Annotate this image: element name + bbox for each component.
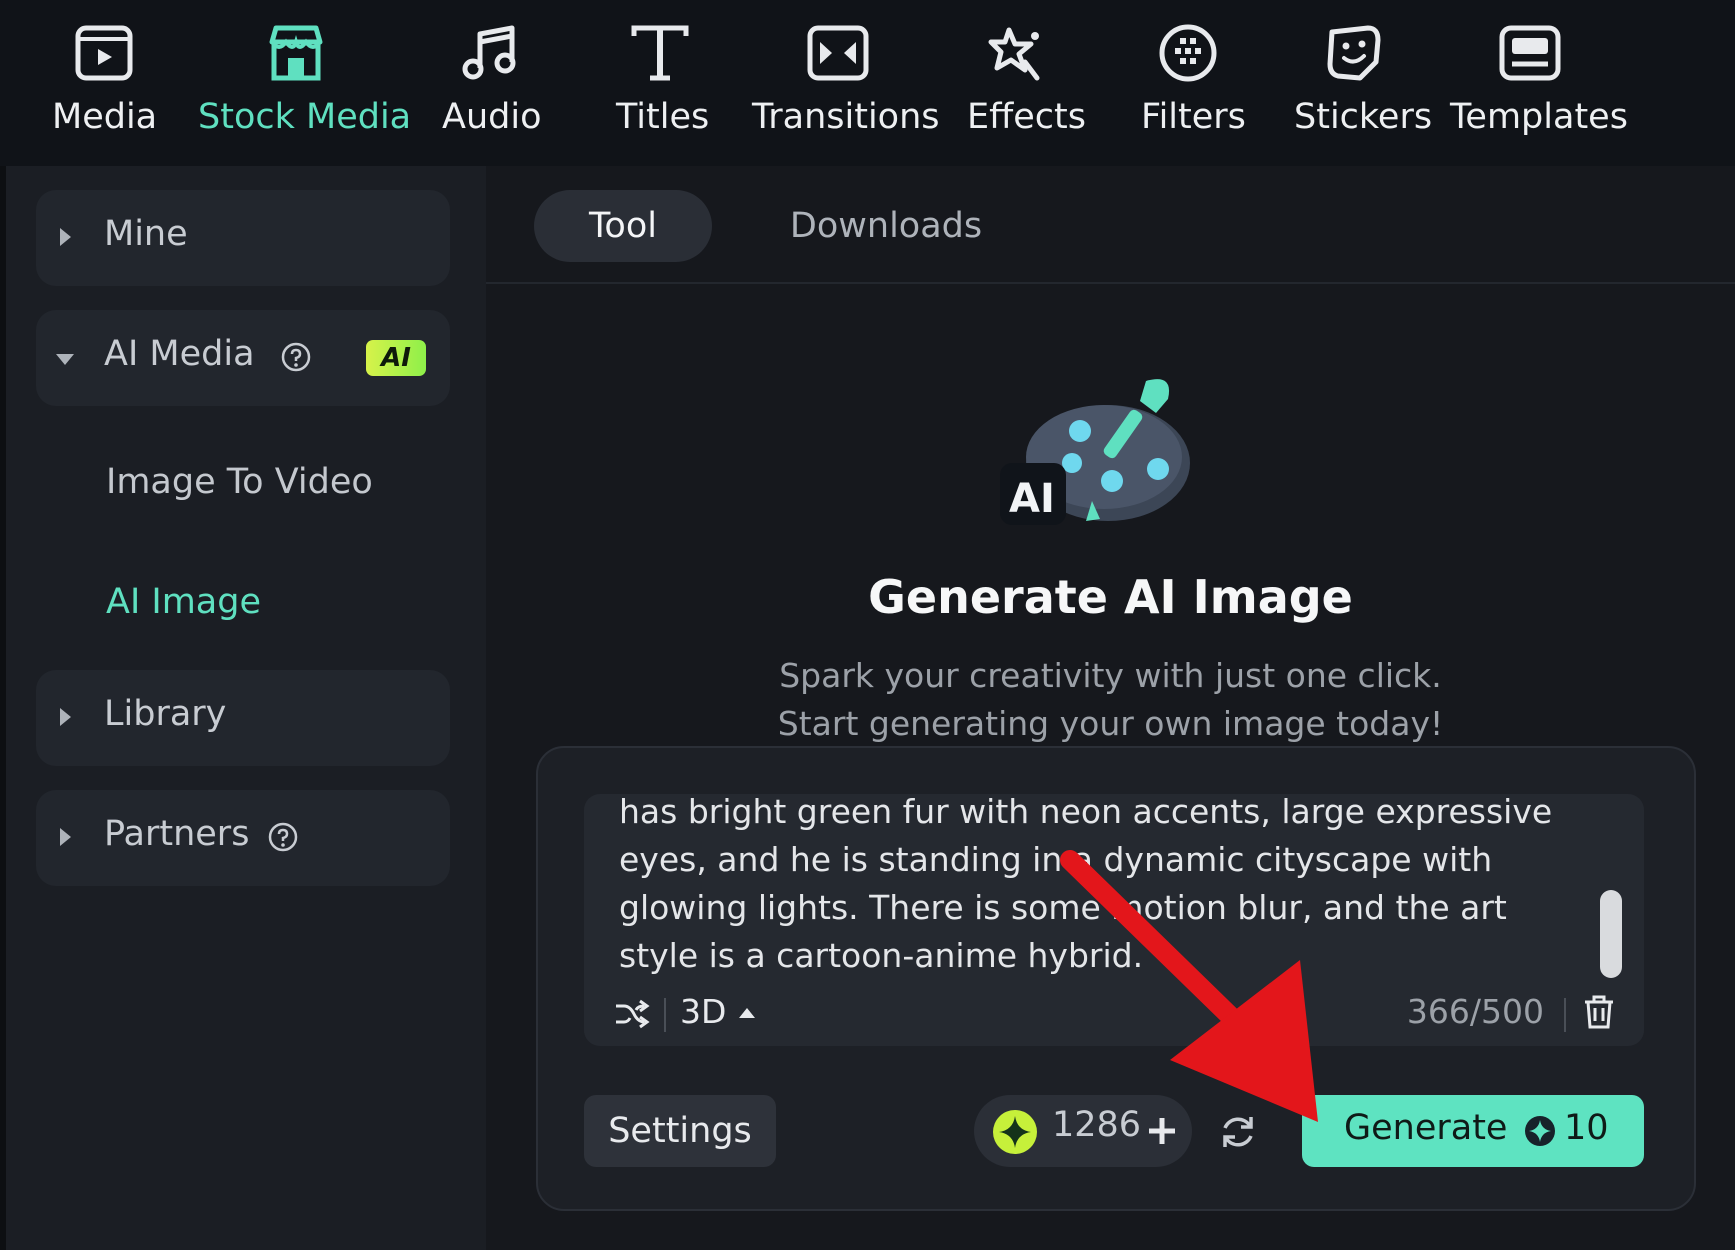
toolbar-stickers-label: Stickers [1294, 97, 1433, 137]
tab-tool[interactable]: Tool [534, 190, 712, 262]
style-selector[interactable]: 3D [680, 992, 726, 1031]
toolbar-titles[interactable]: Titles [612, 0, 712, 166]
credits-count: 1286 [1052, 1105, 1142, 1145]
sidebar-item-partners-label: Partners [104, 814, 250, 854]
help-icon[interactable] [281, 342, 311, 372]
sidebar: Mine AI Media AI Image To Video AI Image… [0, 166, 486, 1250]
credit-coin-icon [993, 1110, 1037, 1154]
prompt-footer: 3D 366/500 [584, 990, 1644, 1040]
toolbar-stock-media[interactable]: Stock Media [196, 0, 411, 166]
sidebar-item-mine[interactable]: Mine [36, 190, 450, 286]
trash-icon[interactable] [1582, 994, 1616, 1030]
sticker-icon [1327, 25, 1381, 81]
scrollbar-thumb[interactable] [1600, 890, 1622, 978]
generate-label: Generate [1344, 1108, 1508, 1148]
caret-up-icon[interactable] [739, 1008, 755, 1018]
prompt-input[interactable]: has bright green fur with neon accents, … [584, 794, 1644, 1046]
toolbar-transitions[interactable]: Transitions [752, 0, 940, 166]
subtitle-line-1: Spark your creativity with just one clic… [779, 656, 1442, 695]
hero-ai-label: AI [1009, 476, 1055, 522]
filters-icon [1159, 24, 1217, 82]
toolbar-audio-label: Audio [442, 97, 542, 137]
chevron-right-icon [60, 228, 71, 246]
sidebar-item-mine-label: Mine [104, 214, 188, 254]
character-counter: 366/500 [1406, 992, 1544, 1031]
tab-downloads[interactable]: Downloads [786, 190, 986, 262]
sidebar-item-ai-media-label: AI Media [104, 334, 255, 374]
credit-coin-icon [1525, 1116, 1555, 1146]
toolbar-transitions-label: Transitions [752, 97, 940, 137]
toolbar-media[interactable]: Media [52, 0, 158, 166]
credits-balance[interactable]: 1286 [974, 1095, 1192, 1167]
sidebar-item-ai-media[interactable]: AI Media AI [36, 310, 450, 406]
shuffle-icon[interactable] [614, 998, 650, 1030]
sidebar-item-library[interactable]: Library [36, 670, 450, 766]
chevron-right-icon [60, 828, 71, 846]
divider [664, 998, 666, 1032]
effects-star-icon [988, 27, 1040, 81]
toolbar-stock-media-label: Stock Media [198, 97, 412, 137]
help-icon[interactable] [268, 822, 298, 852]
generate-button[interactable]: Generate 10 [1302, 1095, 1644, 1167]
transitions-icon [807, 25, 869, 81]
main-panel: Tool Downloads AI Generate AI Image Spar… [486, 166, 1735, 1250]
sidebar-item-image-to-video[interactable]: Image To Video [106, 462, 373, 502]
toolbar-titles-label: Titles [616, 97, 710, 137]
page-title: Generate AI Image [868, 570, 1353, 624]
subtitle-line-2: Start generating your own image today! [777, 704, 1444, 743]
prompt-panel: has bright green fur with neon accents, … [536, 746, 1696, 1211]
toolbar-templates[interactable]: Templates [1450, 0, 1628, 166]
media-icon [75, 25, 133, 81]
divider [1564, 998, 1566, 1032]
top-toolbar: Media Stock Media Audio Titles Transitio… [0, 0, 1735, 166]
toolbar-stickers[interactable]: Stickers [1294, 0, 1432, 166]
ai-badge: AI [366, 340, 426, 376]
music-note-icon [462, 25, 516, 80]
refresh-icon[interactable] [1218, 1112, 1258, 1152]
sidebar-item-partners[interactable]: Partners [36, 790, 450, 886]
toolbar-effects-label: Effects [967, 97, 1086, 137]
toolbar-effects[interactable]: Effects [965, 0, 1086, 166]
toolbar-media-label: Media [52, 97, 158, 137]
sidebar-item-library-label: Library [104, 694, 227, 734]
plus-icon[interactable] [1146, 1115, 1178, 1147]
prompt-text[interactable]: has bright green fur with neon accents, … [619, 794, 1579, 980]
chevron-right-icon [60, 708, 71, 726]
toolbar-filters[interactable]: Filters [1140, 0, 1246, 166]
tab-bar: Tool Downloads [486, 166, 1735, 284]
toolbar-templates-label: Templates [1450, 97, 1628, 137]
sidebar-item-ai-image[interactable]: AI Image [106, 582, 261, 622]
templates-icon [1499, 25, 1561, 81]
toolbar-filters-label: Filters [1141, 97, 1246, 137]
stock-media-icon [269, 25, 323, 81]
page-subtitle: Spark your creativity with just one clic… [486, 652, 1735, 748]
generate-cost: 10 [1564, 1108, 1609, 1148]
text-t-icon [631, 25, 689, 81]
toolbar-audio[interactable]: Audio [440, 0, 542, 166]
chevron-down-icon [56, 354, 74, 365]
settings-button[interactable]: Settings [584, 1095, 776, 1167]
